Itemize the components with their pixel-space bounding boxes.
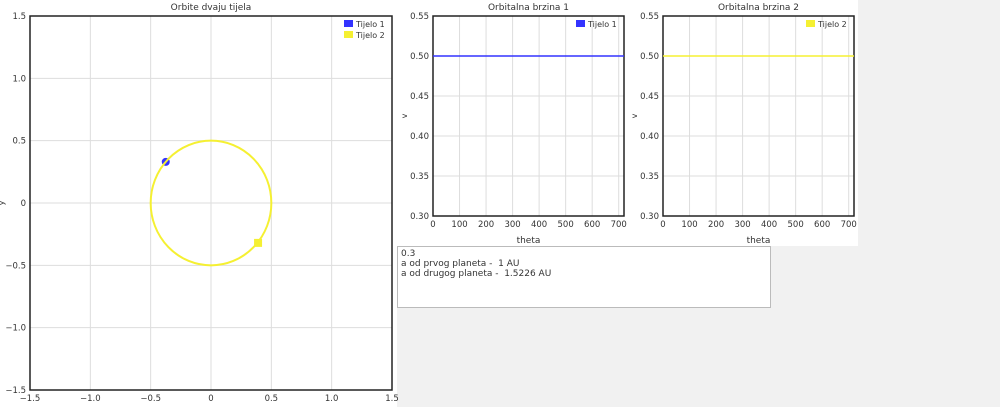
chart-3: Orbitalna brzina 2 0 100 200 300 400 500 600 700… [630,0,858,246]
x-axis-label: theta [517,236,541,246]
y-axis-label: v [630,113,639,118]
x-tick-label: 700 [611,220,627,230]
y-tick-label: 0.50 [640,52,659,62]
y-axis-label: y [0,200,6,205]
x-tick-label: 0.5 [265,394,279,404]
chart-1: Orbite dvaju tijela −1.5 −1.0 −0.5 0 0.5 1.0 1.… [0,0,399,407]
y-tick-label: 0.55 [410,12,429,22]
y-tick-label: 0.35 [410,172,429,182]
x-tick-label: 500 [788,220,804,230]
chart-title: Orbite dvaju tijela [171,3,252,13]
y-tick-label: 0.50 [410,52,429,62]
x-tick-label: 1.5 [385,394,399,404]
legend-swatch [576,20,585,27]
legend-label: Tijelo 2 [355,31,385,40]
y-tick-label: 0 [21,199,26,209]
x-tick-label: 200 [478,220,494,230]
x-tick-label: 0 [208,394,213,404]
x-tick-label: 400 [761,220,777,230]
x-tick-label: 300 [504,220,520,230]
x-tick-label: 400 [531,220,547,230]
y-tick-label: 0.55 [640,12,659,22]
charts-canvas: Orbite dvaju tijela −1.5 −1.0 −0.5 0 0.5 1.0 1.… [0,0,858,407]
y-tick-label: 0.30 [640,212,659,222]
x-tick-label: 700 [841,220,857,230]
x-tick-label: −1.0 [80,394,101,404]
y-tick-label: 0.45 [410,92,429,102]
chart-title: Orbitalna brzina 1 [488,3,569,13]
chart-2: Orbitalna brzina 1 0 100 200 300 400 500 600 700… [397,0,630,246]
chart-background [630,0,858,246]
body-marker [254,238,263,247]
x-tick-label: 600 [584,220,600,230]
info-line: a od drugog planeta - 1.5226 AU [401,269,552,279]
y-tick-label: 0.30 [410,212,429,222]
x-tick-label: 300 [734,220,750,230]
x-tick-label: 100 [451,220,467,230]
x-tick-label: 200 [708,220,724,230]
y-axis-label: v [400,113,409,118]
x-tick-label: 0 [430,220,435,230]
x-tick-label: 100 [681,220,697,230]
info-textarea[interactable]: 0.3 a od prvog planeta - 1 AU a od drugo… [397,246,771,308]
y-tick-label: 0.5 [12,137,26,147]
info-line: a od prvog planeta - 1 AU [401,259,520,269]
chart-title: Orbitalna brzina 2 [718,3,799,13]
legend-label: Tijelo 1 [587,20,617,29]
y-tick-label: 0.45 [640,92,659,102]
legend-swatch [344,20,353,27]
legend-label: Tijelo 2 [817,20,847,29]
x-tick-label: −0.5 [140,394,161,404]
legend-swatch [344,31,353,38]
y-tick-label: −1.0 [5,324,26,334]
y-tick-label: 1.0 [12,74,26,84]
y-tick-label: 0.35 [640,172,659,182]
chart-background [397,0,630,246]
x-tick-label: 1.0 [325,394,339,404]
x-tick-label: 500 [558,220,574,230]
y-tick-label: 0.40 [640,132,659,142]
legend-swatch [806,20,815,27]
y-tick-label: −0.5 [5,261,26,271]
y-tick-label: 1.5 [12,12,26,22]
legend-label: Tijelo 1 [355,20,385,29]
x-axis-label: theta [747,236,771,246]
x-tick-label: 0 [660,220,665,230]
x-tick-label: 600 [814,220,830,230]
info-line: 0.3 [401,249,416,259]
y-tick-label: 0.40 [410,132,429,142]
y-tick-label: −1.5 [5,386,26,396]
